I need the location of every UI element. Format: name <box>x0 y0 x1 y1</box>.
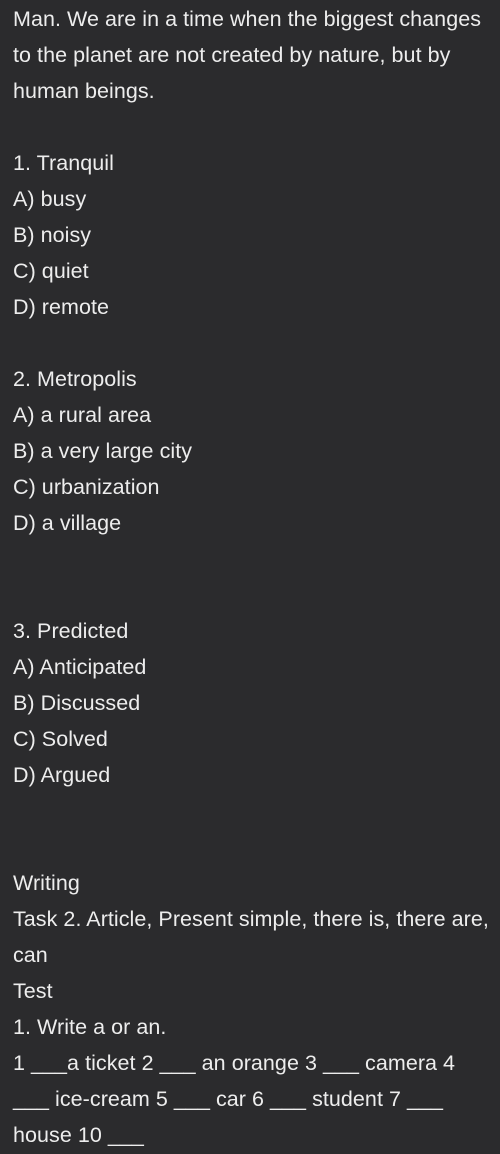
option-a[interactable]: A) a rural area <box>13 397 492 433</box>
writing-section: Writing Task 2. Article, Present simple,… <box>13 865 492 1153</box>
option-d[interactable]: D) remote <box>13 289 492 325</box>
vocab-question-2: 2. Metropolis A) a rural area B) a very … <box>13 361 492 541</box>
question-prompt: 1. Tranquil <box>13 151 114 175</box>
exercise-items[interactable]: 1 ___a ticket 2 ___ an orange 3 ___ came… <box>13 1045 492 1153</box>
question-prompt: 3. Predicted <box>13 619 129 643</box>
vocab-question-1: 1. Tranquil A) busy B) noisy C) quiet D)… <box>13 145 492 325</box>
option-c[interactable]: C) quiet <box>13 253 492 289</box>
option-b[interactable]: B) noisy <box>13 217 492 253</box>
option-a[interactable]: A) Anticipated <box>13 649 492 685</box>
writing-test-label: Test <box>13 979 53 1003</box>
option-b[interactable]: B) Discussed <box>13 685 492 721</box>
worksheet-page: Man. We are in a time when the biggest c… <box>0 0 500 1154</box>
intro-paragraph: Man. We are in a time when the biggest c… <box>13 7 488 103</box>
option-c[interactable]: C) Solved <box>13 721 492 757</box>
writing-heading: Writing <box>13 871 80 895</box>
option-c[interactable]: C) urbanization <box>13 469 492 505</box>
option-d[interactable]: D) a village <box>13 505 492 541</box>
writing-task-title: Task 2. Article, Present simple, there i… <box>13 907 495 967</box>
vocab-question-3: 3. Predicted A) Anticipated B) Discussed… <box>13 613 492 793</box>
option-a[interactable]: A) busy <box>13 181 492 217</box>
option-b[interactable]: B) a very large city <box>13 433 492 469</box>
question-prompt: 2. Metropolis <box>13 367 137 391</box>
option-d[interactable]: D) Argued <box>13 757 492 793</box>
exercise-instruction: 1. Write a or an. <box>13 1015 167 1039</box>
